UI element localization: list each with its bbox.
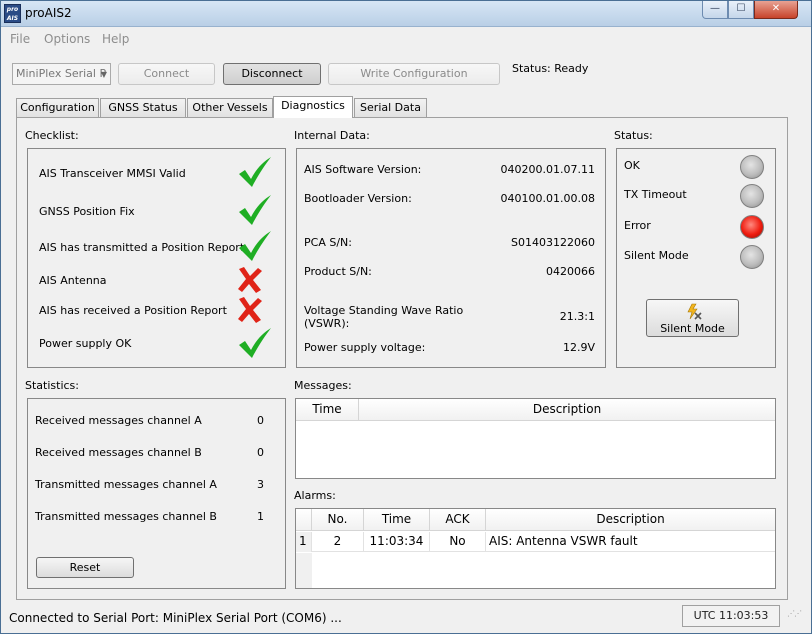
alarms-col-time[interactable]: Time: [364, 509, 430, 531]
resize-grip-icon[interactable]: ⋰⋰: [787, 610, 802, 627]
stat-row-label: Received messages channel B: [35, 446, 202, 459]
stat-row-value: 3: [257, 478, 264, 491]
status-silent-mode-led-icon: [740, 245, 764, 269]
connection-status-text: Connected to Serial Port: MiniPlex Seria…: [9, 611, 342, 625]
messages-table[interactable]: Time Description: [295, 398, 776, 479]
alarms-col-ack[interactable]: ACK: [430, 509, 486, 531]
stat-row-value: 0: [257, 414, 264, 427]
messages-label: Messages:: [294, 379, 352, 392]
table-row[interactable]: 1 2 11:03:34 No AIS: Antenna VSWR fault: [296, 532, 775, 552]
close-button[interactable]: ✕: [754, 1, 798, 19]
write-configuration-button[interactable]: Write Configuration: [328, 63, 500, 85]
check-icon: [239, 231, 271, 261]
stat-row-value: 0: [257, 446, 264, 459]
status-silent-mode-label: Silent Mode: [624, 249, 689, 262]
checklist-item: AIS Antenna: [39, 274, 107, 287]
bootloader-version-label: Bootloader Version:: [304, 192, 412, 205]
checklist-item: Power supply OK: [39, 337, 132, 350]
window-title: proAIS2: [25, 6, 72, 20]
check-icon: [239, 195, 271, 225]
alarms-label: Alarms:: [294, 489, 336, 502]
tab-serial-data[interactable]: Serial Data: [354, 98, 427, 117]
reset-button[interactable]: Reset: [36, 557, 134, 578]
statistics-label: Statistics:: [25, 379, 79, 392]
pca-sn-label: PCA S/N:: [304, 236, 352, 249]
tab-gnss-status[interactable]: GNSS Status: [100, 98, 186, 117]
alarm-row-ack: No: [430, 532, 486, 552]
status-tx-timeout-led-icon: [740, 184, 764, 208]
cross-icon: [238, 297, 262, 323]
alarms-table-header: No. Time ACK Description: [296, 509, 775, 531]
app-window: pro AIS proAIS2 — ☐ ✕ File Options Help …: [0, 0, 812, 634]
alarm-row-index: 1: [296, 532, 312, 552]
check-icon: [239, 157, 271, 187]
checklist-label: Checklist:: [25, 129, 79, 142]
stat-row-label: Received messages channel A: [35, 414, 202, 427]
bootloader-version-value: 040100.01.00.08: [500, 192, 595, 205]
status-ok-led-icon: [740, 155, 764, 179]
menu-file[interactable]: File: [10, 32, 30, 46]
chevron-down-icon: ▼: [100, 70, 107, 79]
silent-mode-button[interactable]: Silent Mode: [646, 299, 739, 337]
messages-col-time[interactable]: Time: [296, 399, 359, 421]
messages-col-description[interactable]: Description: [359, 399, 775, 421]
vswr-label: Voltage Standing Wave Ratio: [304, 304, 464, 317]
tab-other-vessels[interactable]: Other Vessels: [187, 98, 273, 117]
internal-data-group: [296, 148, 606, 368]
alarms-col-index: [296, 509, 312, 531]
power-voltage-label: Power supply voltage:: [304, 341, 426, 354]
tab-diagnostics[interactable]: Diagnostics: [273, 96, 353, 118]
title-bar[interactable]: pro AIS proAIS2 — ☐ ✕: [1, 1, 811, 27]
status-ok-label: OK: [624, 159, 640, 172]
product-sn-label: Product S/N:: [304, 265, 372, 278]
check-icon: [239, 328, 271, 358]
tab-configuration[interactable]: Configuration: [16, 98, 99, 117]
alarms-col-description[interactable]: Description: [486, 509, 775, 531]
menu-help[interactable]: Help: [102, 32, 129, 46]
alarm-row-description: AIS: Antenna VSWR fault: [489, 534, 638, 548]
software-version-label: AIS Software Version:: [304, 163, 422, 176]
silent-mode-button-label: Silent Mode: [660, 322, 725, 335]
connection-status: Status: Ready: [512, 62, 589, 75]
alarms-row-header-empty: [296, 553, 312, 588]
maximize-button[interactable]: ☐: [728, 1, 754, 19]
alarm-row-no: 2: [312, 532, 364, 552]
power-voltage-value: 12.9V: [562, 341, 595, 354]
checklist-item: AIS has transmitted a Position Report: [39, 241, 245, 254]
checklist-item: AIS Transceiver MMSI Valid: [39, 167, 186, 180]
vswr-value: 21.3:1: [559, 310, 595, 323]
stat-row-label: Transmitted messages channel B: [35, 510, 217, 523]
product-sn-value: 0420066: [546, 265, 595, 278]
cross-icon: [238, 267, 262, 293]
pca-sn-value: S01403122060: [511, 236, 595, 249]
status-error-label: Error: [624, 219, 651, 232]
checklist-item: GNSS Position Fix: [39, 205, 135, 218]
minimize-button[interactable]: —: [702, 1, 728, 19]
menu-bar: File Options Help: [1, 28, 811, 49]
disconnect-button[interactable]: Disconnect: [223, 63, 321, 85]
vswr-label-abbrev: (VSWR):: [304, 317, 350, 330]
serial-port-value: MiniPlex Serial P: [16, 67, 107, 80]
checklist-item: AIS has received a Position Report: [39, 304, 227, 317]
serial-port-select[interactable]: MiniPlex Serial P ▼: [12, 63, 111, 85]
utc-clock: UTC 11:03:53: [682, 605, 780, 627]
alarm-row-time: 11:03:34: [364, 532, 430, 552]
alarms-table[interactable]: No. Time ACK Description 1 2 11:03:34 No…: [295, 508, 776, 589]
status-bar: Connected to Serial Port: MiniPlex Seria…: [1, 605, 811, 633]
connect-button[interactable]: Connect: [118, 63, 215, 85]
stat-row-value: 1: [257, 510, 264, 523]
messages-table-header: Time Description: [296, 399, 775, 421]
stat-row-label: Transmitted messages channel A: [35, 478, 217, 491]
internal-data-label: Internal Data:: [294, 129, 370, 142]
menu-options[interactable]: Options: [44, 32, 90, 46]
status-tx-timeout-label: TX Timeout: [624, 188, 687, 201]
status-error-led-icon: [740, 215, 764, 239]
status-label: Status:: [614, 129, 653, 142]
alarms-col-no[interactable]: No.: [312, 509, 364, 531]
software-version-value: 040200.01.07.11: [500, 163, 595, 176]
lightning-cross-icon: [687, 303, 702, 320]
app-logo-icon: pro AIS: [4, 4, 21, 23]
